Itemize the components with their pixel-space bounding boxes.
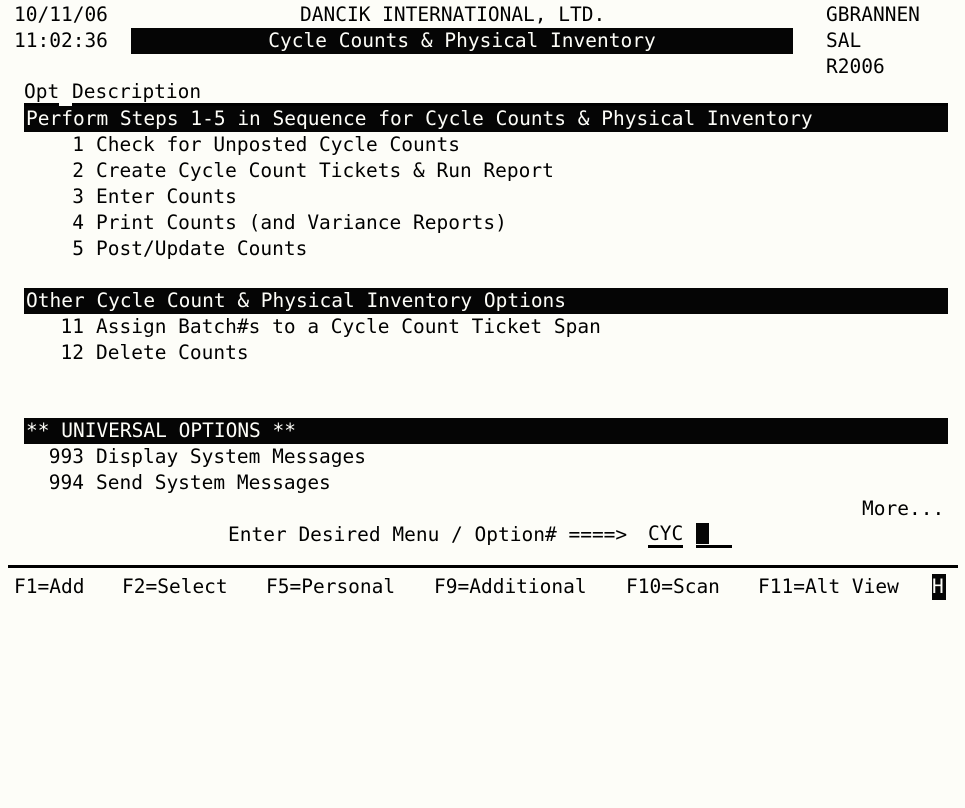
function-key-bar: F1=Add F2=Select F5=Personal F9=Addition…	[0, 574, 965, 600]
menu-option-number: 1	[72, 133, 84, 156]
section-heading-row-2: Other Cycle Count & Physical Inventory O…	[0, 288, 965, 314]
program-id: R2006	[826, 55, 885, 78]
menu-option-label: Post/Update Counts	[96, 237, 308, 260]
menu-option-number: 2	[72, 159, 84, 182]
menu-item-row[interactable]: 993 Display System Messages	[0, 444, 965, 470]
menu-option-label: Check for Unposted Cycle Counts	[96, 133, 460, 156]
menu-option-label: Delete Counts	[96, 341, 249, 364]
menu-option-number: 994	[48, 471, 84, 494]
column-headings: Opt Description	[0, 80, 965, 106]
company-code: SAL	[826, 29, 862, 52]
header-line-1: 10/11/06 DANCIK INTERNATIONAL, LTD. GBRA…	[0, 2, 965, 28]
menu-option-label: Display System Messages	[96, 445, 367, 468]
section-heading-perform-steps: Perform Steps 1-5 in Sequence for Cycle …	[24, 106, 948, 132]
system-time: 11:02:36	[14, 29, 108, 52]
menu-option-label: Print Counts (and Variance Reports)	[96, 211, 507, 234]
section-heading-row-1: Perform Steps 1-5 in Sequence for Cycle …	[0, 106, 965, 132]
terminal-screen: 10/11/06 DANCIK INTERNATIONAL, LTD. GBRA…	[0, 0, 965, 611]
menu-option-label: Enter Counts	[96, 185, 237, 208]
menu-item-row[interactable]: 994 Send System Messages	[0, 470, 965, 496]
menu-item-row[interactable]: 2 Create Cycle Count Tickets & Run Repor…	[0, 158, 965, 184]
function-key-f9-additional[interactable]: F9=Additional	[434, 574, 587, 600]
more-indicator: More...	[862, 497, 945, 520]
prompt-row: Enter Desired Menu / Option# ====> CYC	[0, 522, 965, 548]
function-key-f11-alt-view[interactable]: F11=Alt View	[758, 574, 899, 600]
header-line-3: R2006	[0, 54, 965, 80]
menu-option-number: 11	[60, 315, 84, 338]
company-name: DANCIK INTERNATIONAL, LTD.	[300, 3, 606, 26]
more-indicator-row: More...	[0, 496, 965, 522]
menu-item-row[interactable]: 5 Post/Update Counts	[0, 236, 965, 262]
menu-option-number: 5	[72, 237, 84, 260]
status-indicator: H	[932, 574, 946, 600]
function-key-f2-select[interactable]: F2=Select	[122, 574, 228, 600]
function-key-f10-scan[interactable]: F10=Scan	[626, 574, 720, 600]
user-id: GBRANNEN	[826, 3, 920, 26]
function-key-f1-add[interactable]: F1=Add	[14, 574, 84, 600]
section-heading-other-options: Other Cycle Count & Physical Inventory O…	[24, 288, 948, 314]
section-heading-row-3: ** UNIVERSAL OPTIONS **	[0, 418, 965, 444]
option-input-cursor-slot[interactable]	[696, 522, 732, 548]
function-key-f5-personal[interactable]: F5=Personal	[266, 574, 395, 600]
section-heading-universal-options: ** UNIVERSAL OPTIONS **	[24, 418, 948, 444]
menu-item-row[interactable]: 12 Delete Counts	[0, 340, 965, 366]
menu-option-number: 12	[60, 341, 84, 364]
menu-item-row[interactable]: 3 Enter Counts	[0, 184, 965, 210]
menu-option-label: Assign Batch#s to a Cycle Count Ticket S…	[96, 315, 601, 338]
menu-option-label: Create Cycle Count Tickets & Run Report	[96, 159, 554, 182]
menu-option-number: 993	[48, 445, 84, 468]
menu-option-number: 3	[72, 185, 84, 208]
function-key-separator	[8, 565, 958, 568]
column-header-description: Description	[72, 80, 948, 106]
header-line-2: 11:02:36 Cycle Counts & Physical Invento…	[0, 28, 965, 54]
menu-item-row[interactable]: 4 Print Counts (and Variance Reports)	[0, 210, 965, 236]
menu-option-number: 4	[72, 211, 84, 234]
text-cursor	[696, 523, 709, 544]
menu-option-label: Send System Messages	[96, 471, 331, 494]
prompt-label: Enter Desired Menu / Option# ====>	[228, 523, 628, 546]
menu-item-row[interactable]: 11 Assign Batch#s to a Cycle Count Ticke…	[0, 314, 965, 340]
system-date: 10/11/06	[14, 3, 108, 26]
option-input[interactable]: CYC	[648, 522, 684, 548]
screen-title: Cycle Counts & Physical Inventory	[131, 28, 793, 54]
menu-item-row[interactable]: 1 Check for Unposted Cycle Counts	[0, 132, 965, 158]
column-header-opt: Opt	[24, 80, 60, 106]
